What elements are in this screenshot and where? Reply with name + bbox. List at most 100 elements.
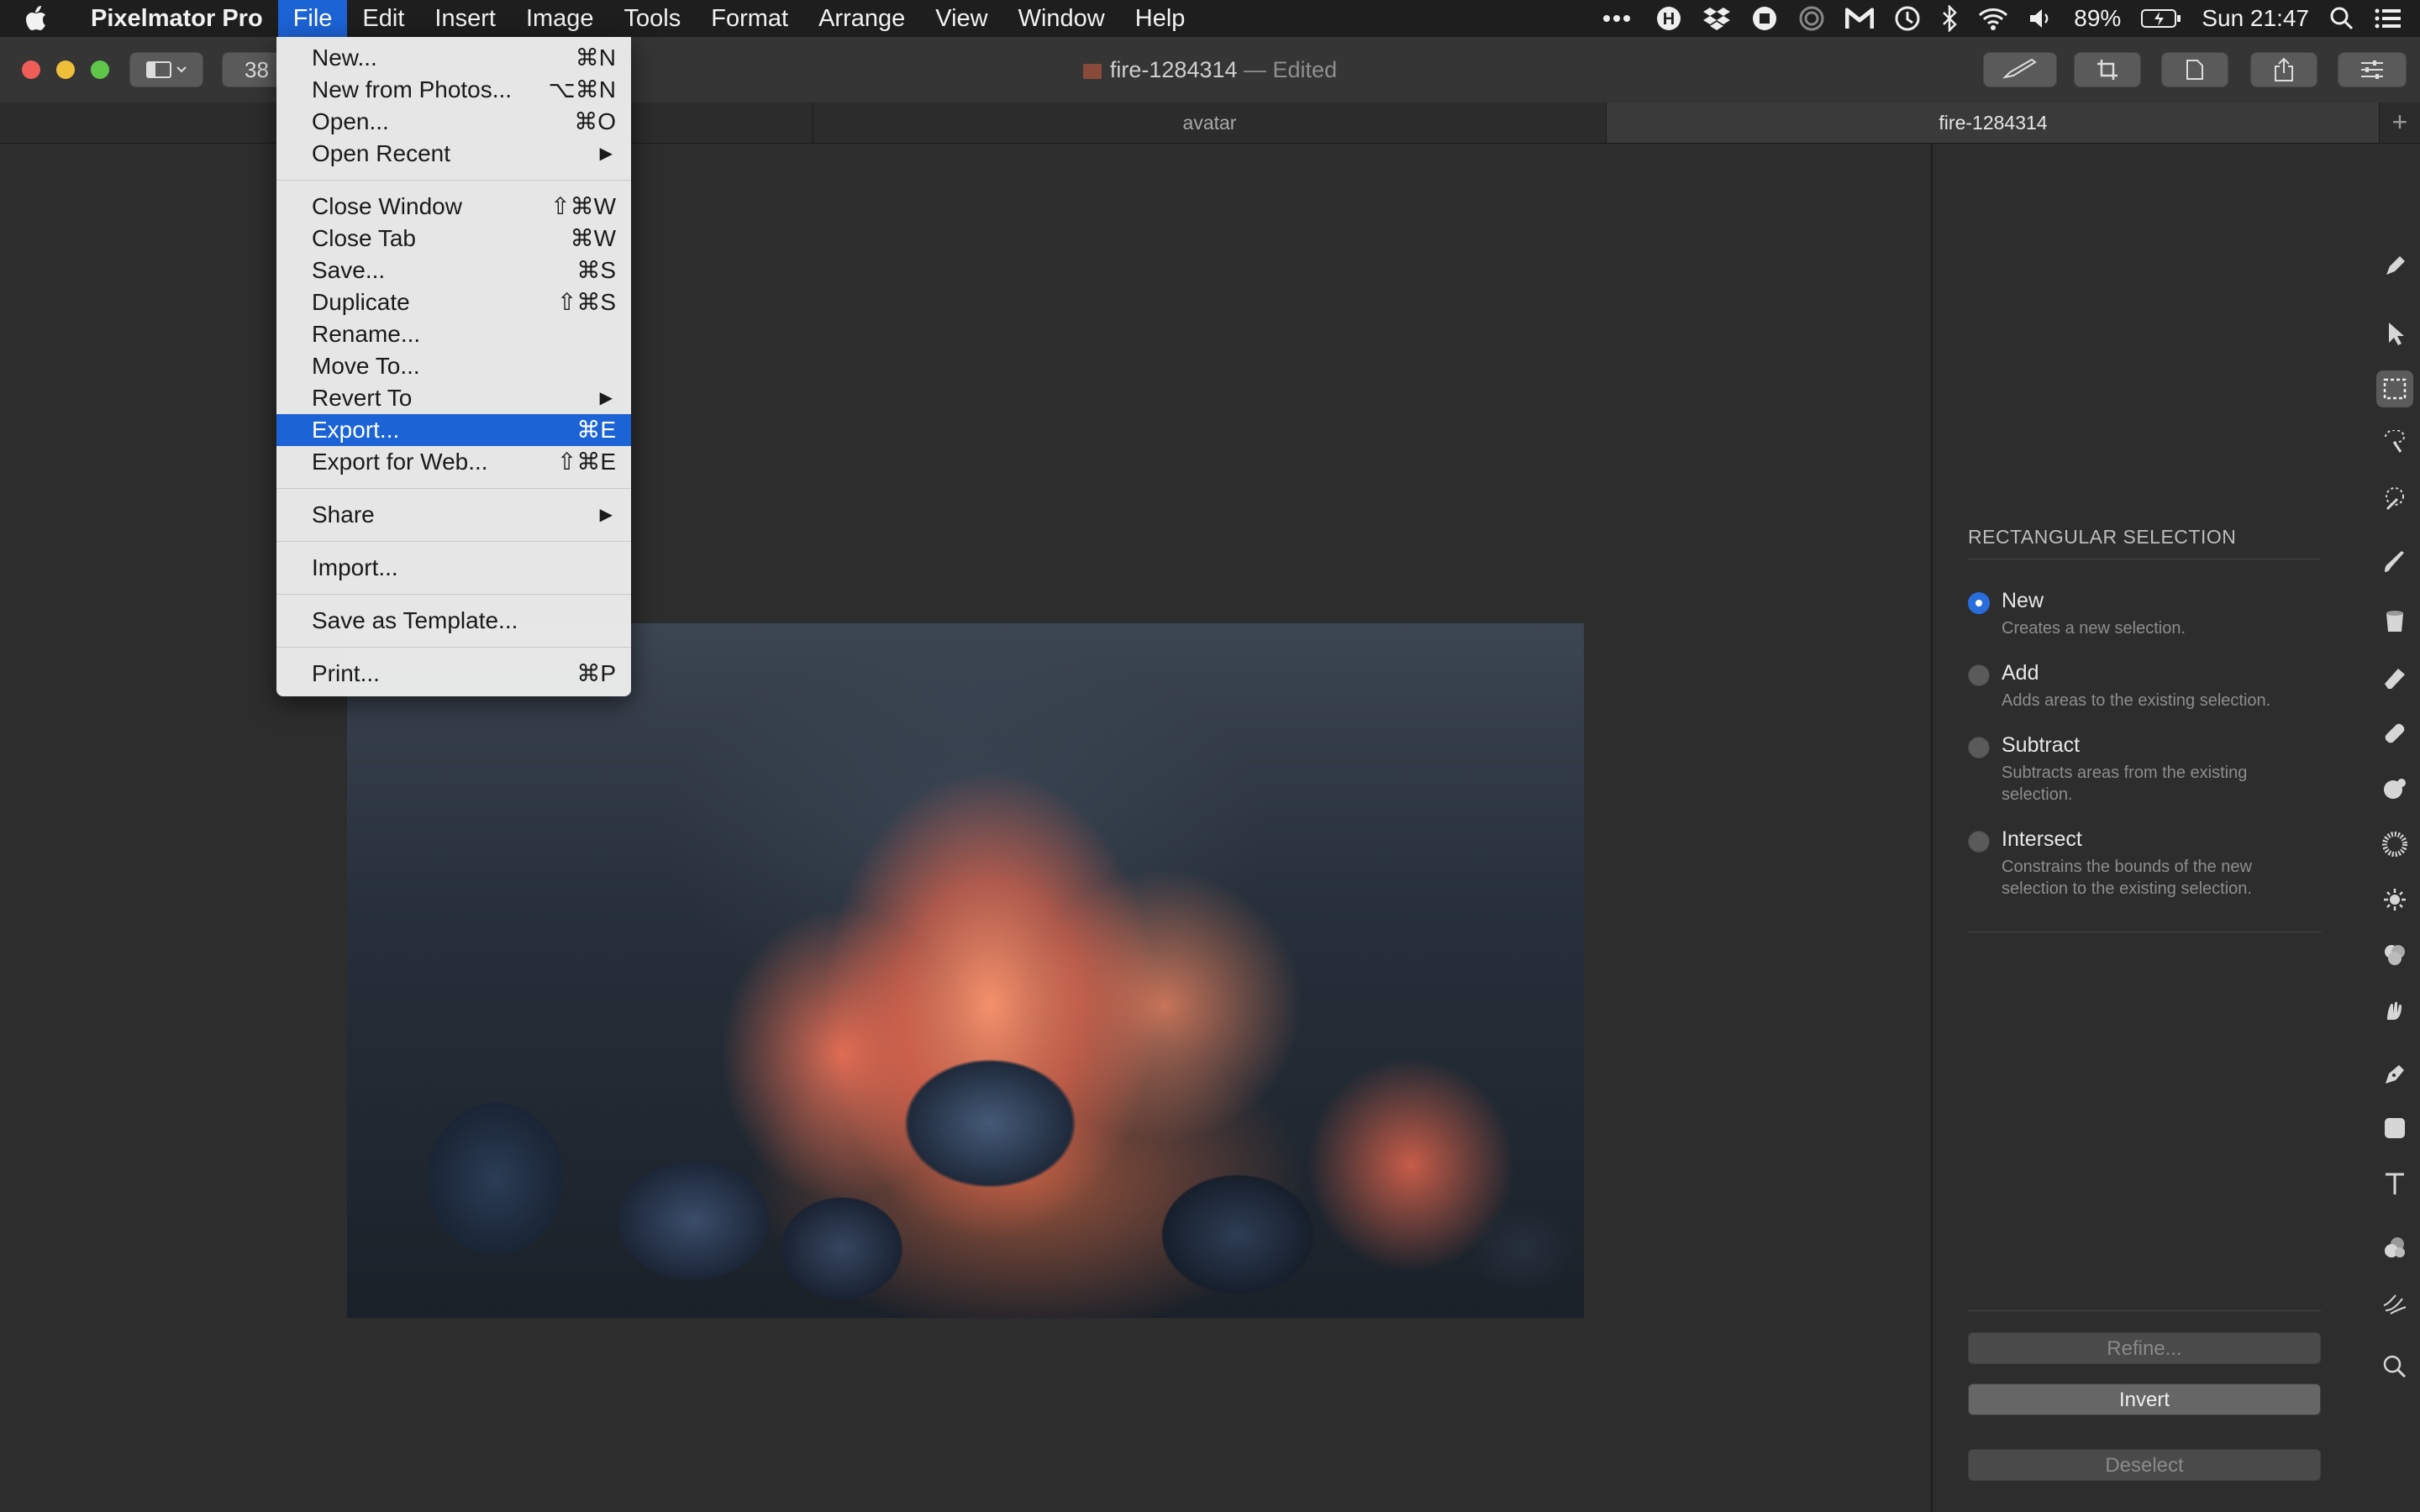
menu-item-share[interactable]: Share ▶	[276, 499, 631, 531]
tools-sidebar	[2370, 144, 2420, 1512]
menu-help[interactable]: Help	[1120, 0, 1201, 37]
tool-effects-icon[interactable]	[2376, 1229, 2413, 1266]
menu-item-new-from-photos[interactable]: New from Photos... ⌥⌘N	[276, 74, 631, 106]
spiral-icon[interactable]	[1798, 0, 1825, 37]
radio-subtract[interactable]	[1968, 737, 1990, 759]
menu-item-move-to[interactable]: Move To...	[276, 350, 631, 382]
menu-item-open[interactable]: Open... ⌘O	[276, 106, 631, 138]
option-label: Intersect	[2002, 827, 2082, 851]
menu-item-close-window[interactable]: Close Window ⇧⌘W	[276, 191, 631, 223]
tool-paint-brush-icon[interactable]	[2376, 543, 2413, 580]
new-document-button[interactable]	[2161, 52, 2228, 87]
apple-icon[interactable]	[25, 6, 71, 31]
sidebar-toggle-button[interactable]	[129, 52, 203, 87]
menu-item-revert-to[interactable]: Revert To ▶	[276, 382, 631, 414]
share-button[interactable]	[2250, 52, 2317, 87]
tool-type-icon[interactable]	[2376, 1165, 2413, 1202]
tool-rectangular-selection-icon[interactable]	[2376, 370, 2413, 407]
menu-clock[interactable]: Sun 21:47	[2202, 0, 2309, 37]
fire-photo[interactable]	[347, 623, 1584, 1318]
menu-item-export[interactable]: Export... ⌘E	[276, 414, 631, 446]
menu-window[interactable]: Window	[1003, 0, 1120, 37]
option-label: Add	[2002, 661, 2039, 685]
tool-paint-bucket-icon[interactable]	[2376, 602, 2413, 639]
menu-item-save-as-template[interactable]: Save as Template...	[276, 605, 631, 637]
crop-button[interactable]	[2074, 52, 2141, 87]
radio-intersect[interactable]	[1968, 831, 1990, 853]
menu-tools[interactable]: Tools	[609, 0, 697, 37]
menu-image[interactable]: Image	[511, 0, 609, 37]
radio-add[interactable]	[1968, 664, 1990, 686]
notification-center-icon[interactable]	[2375, 0, 2402, 37]
menu-item-shortcut: ⌥⌘N	[548, 76, 617, 102]
spotlight-search-icon[interactable]	[2329, 0, 2354, 37]
menu-format[interactable]: Format	[696, 0, 803, 37]
bluetooth-icon[interactable]	[1941, 0, 1958, 37]
zoom-window-button[interactable]	[91, 60, 109, 79]
tool-lighten-icon[interactable]	[2376, 881, 2413, 918]
battery-percent: 89%	[2074, 5, 2122, 31]
tool-zoom-icon[interactable]	[2376, 1348, 2413, 1385]
menu-item-close-tab[interactable]: Close Tab ⌘W	[276, 223, 631, 255]
tool-shape-icon[interactable]	[2376, 1110, 2413, 1147]
menu-app-name[interactable]: Pixelmator Pro	[76, 0, 278, 37]
tab-avatar[interactable]: avatar	[813, 102, 1606, 143]
tool-repair-icon[interactable]	[2376, 715, 2413, 752]
record-icon[interactable]	[1751, 0, 1778, 37]
menu-file[interactable]: File	[277, 0, 348, 37]
menu-item-rename[interactable]: Rename...	[276, 318, 631, 350]
volume-icon[interactable]	[2028, 0, 2054, 37]
menu-item-label: Rename...	[312, 321, 421, 347]
tool-arrange-icon[interactable]	[2376, 315, 2413, 352]
deselect-button[interactable]: Deselect	[1968, 1449, 2321, 1481]
tool-smudge-icon[interactable]	[2376, 992, 2413, 1029]
menu-view[interactable]: View	[920, 0, 1002, 37]
radio-new[interactable]	[1968, 592, 1990, 614]
menu-item-label: Print...	[312, 660, 380, 686]
zoom-level-button[interactable]: 38	[222, 52, 281, 87]
menu-item-open-recent[interactable]: Open Recent ▶	[276, 138, 631, 170]
tool-ml-icon[interactable]	[2376, 248, 2413, 285]
tool-color-selection-icon[interactable]	[2376, 480, 2413, 517]
tool-options-panel: RECTANGULAR SELECTION New Creates a new …	[1933, 144, 2370, 1512]
tool-distort-icon[interactable]	[2376, 1284, 2413, 1321]
battery-icon[interactable]	[2141, 0, 2181, 37]
adjustments-button[interactable]	[2338, 52, 2407, 87]
menu-separator	[276, 594, 631, 595]
menu-arrange[interactable]: Arrange	[803, 0, 920, 37]
dropbox-icon[interactable]	[1702, 0, 1731, 37]
tool-clone-icon[interactable]	[2376, 770, 2413, 807]
tab-fire-1284314[interactable]: fire-1284314	[1606, 102, 2380, 143]
option-description: Subtracts areas from the existing select…	[2002, 764, 2248, 804]
menu-item-label: Open...	[312, 108, 389, 134]
file-menu-dropdown: New... ⌘N New from Photos... ⌥⌘N Open... ⌘O…	[276, 37, 631, 696]
gmail-m-icon[interactable]	[1845, 0, 1875, 37]
menu-separator	[276, 647, 631, 648]
add-tab-button[interactable]: +	[2379, 102, 2420, 143]
refine-button[interactable]: Refine...	[1968, 1332, 2321, 1364]
menu-item-export-for-web[interactable]: Export for Web... ⇧⌘E	[276, 446, 631, 478]
tool-color-adjust-icon[interactable]	[2376, 937, 2413, 974]
menu-item-new[interactable]: New... ⌘N	[276, 42, 631, 74]
invert-button[interactable]: Invert	[1968, 1383, 2321, 1415]
more-dots-icon[interactable]	[1602, 0, 1635, 37]
menu-item-label: Save...	[312, 257, 386, 283]
minimize-window-button[interactable]	[56, 60, 75, 79]
tool-blur-icon[interactable]	[2376, 826, 2413, 863]
h-badge-icon[interactable]: H	[1655, 0, 1682, 37]
menu-item-save[interactable]: Save... ⌘S	[276, 255, 631, 286]
close-window-button[interactable]	[22, 60, 40, 79]
menu-edit[interactable]: Edit	[347, 0, 419, 37]
wifi-icon[interactable]	[1978, 0, 2008, 37]
option-label: New	[2002, 589, 2044, 612]
menu-item-import[interactable]: Import...	[276, 552, 631, 584]
tool-pen-icon[interactable]	[2376, 1056, 2413, 1093]
time-machine-icon[interactable]	[1894, 0, 1921, 37]
menu-item-print[interactable]: Print... ⌘P	[276, 658, 631, 690]
tool-quick-selection-icon[interactable]	[2376, 424, 2413, 461]
menu-item-label: Move To...	[312, 353, 420, 379]
tool-eraser-icon[interactable]	[2376, 659, 2413, 696]
menu-insert[interactable]: Insert	[419, 0, 511, 37]
ml-enhance-button[interactable]	[1983, 52, 2057, 87]
menu-item-duplicate[interactable]: Duplicate ⇧⌘S	[276, 286, 631, 318]
